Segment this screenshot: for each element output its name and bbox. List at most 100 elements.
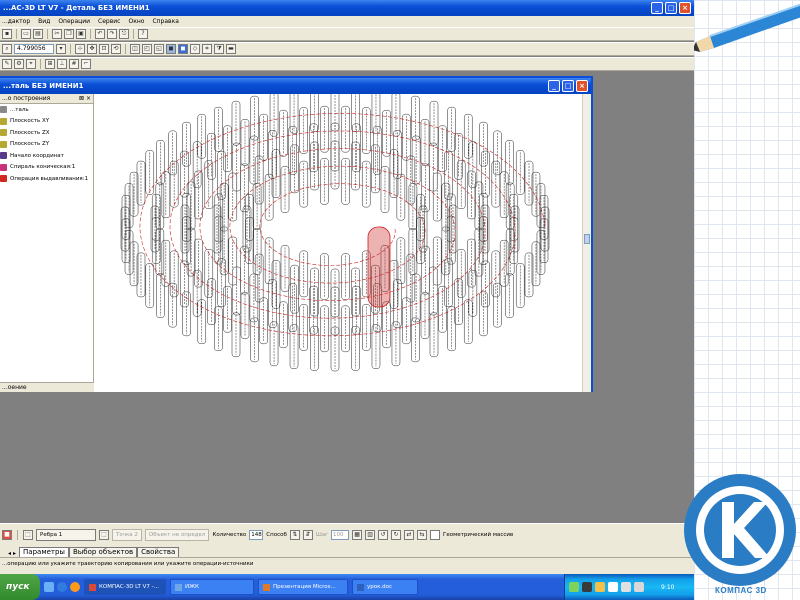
menu-service[interactable]: Сервис xyxy=(98,18,120,25)
zoom-dropdown-icon[interactable]: ▾ xyxy=(56,44,66,54)
taskbar-button[interactable]: урок.doc xyxy=(352,579,418,595)
maximize-button[interactable]: □ xyxy=(665,2,677,14)
tab-properties[interactable]: Свойства xyxy=(137,547,180,557)
tray-icon-4[interactable] xyxy=(608,582,618,592)
taskbar-button[interactable]: ИЖК xyxy=(170,579,254,595)
help-pointer-icon[interactable]: ? xyxy=(138,29,148,39)
taskbar-button[interactable]: КОМПАС-3D LT V7 -... xyxy=(84,579,166,595)
media-icon[interactable] xyxy=(70,582,80,592)
tray-icon-2[interactable] xyxy=(582,582,592,592)
start-button[interactable]: пуск xyxy=(0,574,40,600)
geometric-array-label: Геометрический массив xyxy=(443,531,514,538)
grid-icon[interactable]: # xyxy=(69,59,79,69)
tray-icon-5[interactable] xyxy=(621,582,631,592)
method-1-icon[interactable]: ⇅ xyxy=(289,529,300,540)
tree-item[interactable]: Спираль коническая:1 xyxy=(0,162,93,174)
volume-icon[interactable] xyxy=(634,582,644,592)
menu-window[interactable]: Окно xyxy=(128,18,144,25)
pan-icon[interactable]: ✥ xyxy=(87,44,97,54)
filter-icon[interactable]: ⧩ xyxy=(214,44,224,54)
stop-icon[interactable]: ■ xyxy=(2,529,12,540)
plane-icon xyxy=(0,129,7,137)
print-icon[interactable]: ▭ xyxy=(21,29,31,39)
task-app-icon xyxy=(263,583,270,591)
zoom-icon[interactable]: ⌕ xyxy=(2,44,12,54)
ortho-icon[interactable]: ⌐ xyxy=(81,59,91,69)
operation-icon[interactable]: ⚙ xyxy=(14,59,24,69)
display-icon[interactable]: ▬ xyxy=(226,44,236,54)
escape-icon[interactable]: ⎋ xyxy=(119,29,129,39)
wireframe-icon[interactable]: ◫ xyxy=(130,44,140,54)
menu-operations[interactable]: Операции xyxy=(58,18,90,25)
section-icon[interactable]: ⌗ xyxy=(202,44,212,54)
toolbar-separator xyxy=(16,29,17,39)
hidden-lines-icon[interactable]: ◰ xyxy=(142,44,152,54)
tree-item[interactable]: Плоскость ZY xyxy=(0,139,93,151)
selected-extrusion xyxy=(367,226,391,308)
tree-item[interactable]: Плоскость XY xyxy=(0,116,93,128)
tree-item[interactable]: Операция выдавливания:1 xyxy=(0,173,93,185)
shaded-icon[interactable]: ◼ xyxy=(178,44,188,54)
menu-view[interactable]: Вид xyxy=(38,18,50,25)
doc-minimize-button[interactable]: _ xyxy=(548,80,560,92)
perspective-icon[interactable]: ◇ xyxy=(190,44,200,54)
method-label: Способ xyxy=(266,531,287,538)
cut-icon[interactable]: ✂ xyxy=(52,29,62,39)
tab-object-selection[interactable]: Выбор объектов xyxy=(68,547,138,557)
vertical-scrollbar[interactable] xyxy=(582,94,591,392)
quantity-input[interactable]: 148 xyxy=(249,529,264,540)
save-icon[interactable]: ▪ xyxy=(2,29,12,39)
constraint-icon[interactable]: ⊥ xyxy=(57,59,67,69)
close-button[interactable]: × xyxy=(679,2,691,14)
tab-scroll-left-icon[interactable]: ◂ xyxy=(8,550,11,557)
tray-icon-3[interactable] xyxy=(595,582,605,592)
doc-maximize-button[interactable]: □ xyxy=(562,80,574,92)
paste-icon[interactable]: ▣ xyxy=(76,29,86,39)
taskbar-button[interactable]: Презентация Micros... xyxy=(258,579,348,595)
orient-2-icon[interactable]: ⇆ xyxy=(417,529,428,540)
axes-icon[interactable]: ⊹ xyxy=(75,44,85,54)
geometric-array-checkbox[interactable] xyxy=(430,529,441,540)
tree-item[interactable]: Начало координат xyxy=(0,150,93,162)
undo-icon[interactable]: ↶ xyxy=(95,29,105,39)
scroll-thumb[interactable] xyxy=(584,234,590,244)
conical-spiral xyxy=(139,113,546,337)
tree-item[interactable]: ...таль xyxy=(0,104,93,116)
thin-lines-icon[interactable]: ◱ xyxy=(154,44,164,54)
minimize-button[interactable]: _ xyxy=(651,2,663,14)
app-title-bar: ...АС-3D LT V7 - Деталь БЕЗ ИМЕНИ1 _ □ × xyxy=(0,0,694,16)
halftone-icon[interactable]: ◼ xyxy=(166,44,176,54)
edges-field[interactable]: Ребра 1 xyxy=(36,528,96,541)
desktop-icon[interactable] xyxy=(44,582,54,592)
rotate-right-icon[interactable]: ↻ xyxy=(391,529,402,540)
zoom-input[interactable]: 4.799056 xyxy=(14,44,54,54)
document-window: ...таль БЕЗ ИМЕНИ1 _ □ × ...о построения… xyxy=(0,76,593,392)
tray-icon-1[interactable] xyxy=(569,582,579,592)
menu-edit[interactable]: ...дактор xyxy=(2,18,30,25)
tab-scroll-right-icon[interactable]: ▸ xyxy=(13,550,16,557)
model-viewport[interactable] xyxy=(95,94,582,392)
rotate-icon[interactable]: ⟲ xyxy=(111,44,121,54)
redo-icon[interactable]: ↷ xyxy=(107,29,117,39)
doc-close-button[interactable]: × xyxy=(576,80,588,92)
browser-icon[interactable] xyxy=(57,582,67,592)
plane-icon xyxy=(0,117,7,125)
preview-icon[interactable]: ▤ xyxy=(33,29,43,39)
sketch-icon[interactable]: ✎ xyxy=(2,59,12,69)
method-2-icon[interactable]: ⇵ xyxy=(302,529,313,540)
clock: 9:10 xyxy=(661,583,675,591)
copy-icon[interactable]: ❐ xyxy=(64,29,74,39)
tree-close-icon[interactable]: ⊠ × xyxy=(79,94,91,103)
tree-item[interactable]: Плоскость ZX xyxy=(0,127,93,139)
tab-parameters[interactable]: Параметры xyxy=(19,547,69,557)
menu-help[interactable]: Справка xyxy=(152,18,178,25)
tree-footer[interactable]: ...оение xyxy=(0,382,94,392)
select-icon[interactable]: ⌖ xyxy=(26,59,36,69)
measure-icon[interactable]: ⊞ xyxy=(45,59,55,69)
zoom-window-icon[interactable]: ⊡ xyxy=(99,44,109,54)
rotate-left-icon[interactable]: ↺ xyxy=(378,529,389,540)
app-window: ...АС-3D LT V7 - Деталь БЕЗ ИМЕНИ1 _ □ ×… xyxy=(0,0,694,574)
tree-items: ...таль Плоскость XY Плоскость ZX Плоскость… xyxy=(0,104,93,185)
edges-icon[interactable]: ⬚ xyxy=(23,529,33,540)
orient-1-icon[interactable]: ⇄ xyxy=(404,529,415,540)
